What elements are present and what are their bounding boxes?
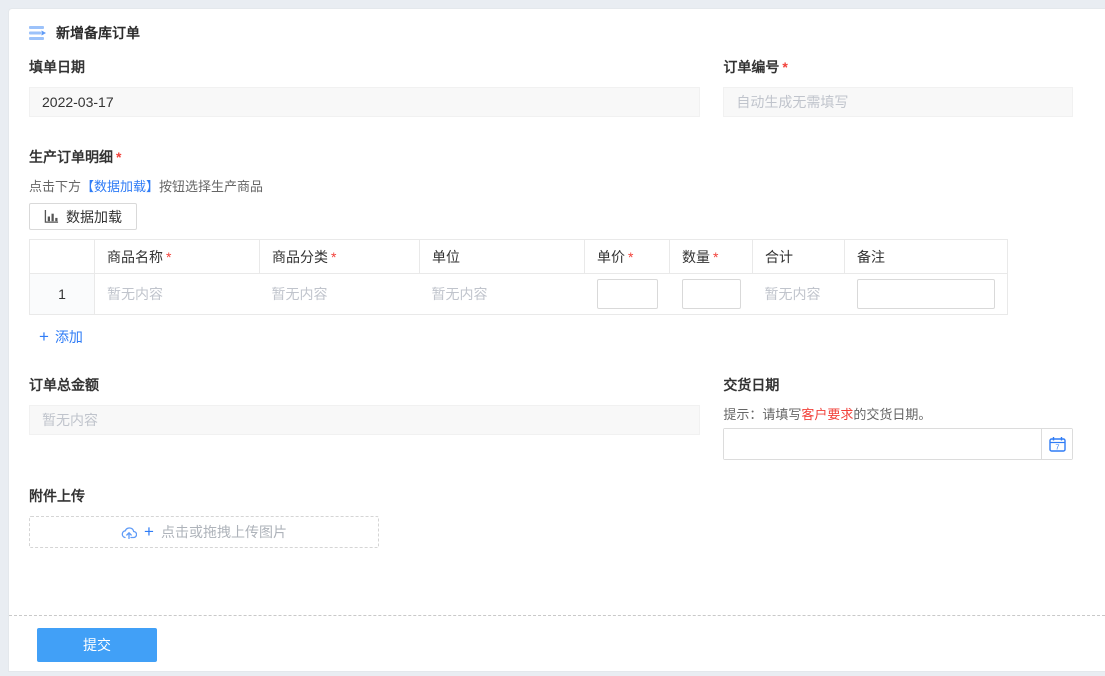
total-cell: 暂无内容 — [753, 274, 845, 315]
total-amount-field: 暂无内容 — [29, 405, 700, 435]
upload-dropzone[interactable]: + 点击或拖拽上传图片 — [29, 516, 379, 548]
remark-input[interactable] — [857, 279, 996, 309]
col-product-category: 商品分类* — [260, 240, 420, 274]
upload-label: 附件上传 — [29, 486, 1073, 506]
detail-hint-link: 【数据加载】 — [81, 179, 159, 194]
add-row-label: 添加 — [55, 327, 83, 347]
bar-chart-icon — [44, 209, 59, 224]
required-mark: * — [782, 59, 787, 75]
required-mark: * — [713, 249, 718, 265]
total-amount-label: 订单总金额 — [29, 375, 700, 395]
col-index — [30, 240, 95, 274]
calendar-button[interactable]: 7 — [1041, 429, 1072, 459]
unit-cell: 暂无内容 — [420, 274, 585, 315]
col-product-name: 商品名称* — [95, 240, 260, 274]
detail-table-row: 1 暂无内容 暂无内容 暂无内容 暂无内容 — [30, 274, 1008, 315]
required-mark: * — [166, 249, 171, 265]
page-header: 新增备库订单 — [29, 23, 1073, 43]
col-unit-price: 单价* — [585, 240, 670, 274]
col-total: 合计 — [753, 240, 845, 274]
svg-text:7: 7 — [1055, 443, 1059, 452]
required-mark: * — [116, 149, 121, 165]
plus-icon: + — [39, 330, 49, 344]
row-date-orderno: 填单日期 2022-03-17 订单编号* 自动生成无需填写 — [29, 57, 1073, 117]
data-load-button[interactable]: 数据加载 — [29, 203, 137, 230]
delivery-date-input[interactable] — [724, 429, 1041, 459]
order-no-label: 订单编号* — [723, 57, 1073, 77]
order-no-field: 自动生成无需填写 — [723, 87, 1073, 117]
add-row-link[interactable]: + 添加 — [39, 327, 83, 347]
product-category-cell[interactable]: 暂无内容 — [260, 274, 420, 315]
col-remark: 备注 — [845, 240, 1008, 274]
data-load-button-label: 数据加载 — [66, 207, 122, 227]
required-mark: * — [628, 249, 633, 265]
col-quantity: 数量* — [670, 240, 753, 274]
delivery-tip: 提示：请填写客户要求的交货日期。 — [723, 404, 1073, 423]
quantity-input[interactable] — [682, 279, 741, 309]
new-stock-order-form: 新增备库订单 填单日期 2022-03-17 订单编号* 自动生成无需填写 生产… — [8, 8, 1105, 672]
total-amount-placeholder: 暂无内容 — [42, 412, 98, 428]
plus-icon: + — [144, 522, 154, 542]
delivery-tip-emphasis: 客户要求 — [801, 407, 853, 422]
calendar-icon: 7 — [1049, 436, 1066, 452]
footer: 提交 — [9, 615, 1105, 662]
row-index: 1 — [30, 274, 95, 315]
col-unit: 单位 — [420, 240, 585, 274]
fill-date-label: 填单日期 — [29, 57, 700, 77]
order-no-placeholder: 自动生成无需填写 — [736, 94, 848, 110]
detail-section-label: 生产订单明细* — [29, 147, 1073, 167]
form-list-icon — [29, 25, 47, 41]
delivery-date-label: 交货日期 — [723, 375, 1073, 395]
submit-button[interactable]: 提交 — [37, 628, 157, 662]
delivery-date-field: 7 — [723, 428, 1073, 460]
required-mark: * — [331, 249, 336, 265]
cloud-upload-icon — [121, 526, 137, 539]
unit-price-input[interactable] — [597, 279, 658, 309]
fill-date-field: 2022-03-17 — [29, 87, 700, 117]
upload-text: 点击或拖拽上传图片 — [161, 522, 287, 542]
detail-table-header-row: 商品名称* 商品分类* 单位 单价* 数量* 合计 备注 — [30, 240, 1008, 274]
row-amount-delivery: 订单总金额 暂无内容 交货日期 提示：请填写客户要求的交货日期。 7 — [29, 375, 1073, 460]
product-name-cell[interactable]: 暂无内容 — [95, 274, 260, 315]
detail-table: 商品名称* 商品分类* 单位 单价* 数量* 合计 备注 1 暂无内容 暂无内容… — [29, 239, 1008, 315]
page-title: 新增备库订单 — [56, 23, 140, 43]
detail-hint: 点击下方【数据加载】按钮选择生产商品 — [29, 176, 1073, 195]
